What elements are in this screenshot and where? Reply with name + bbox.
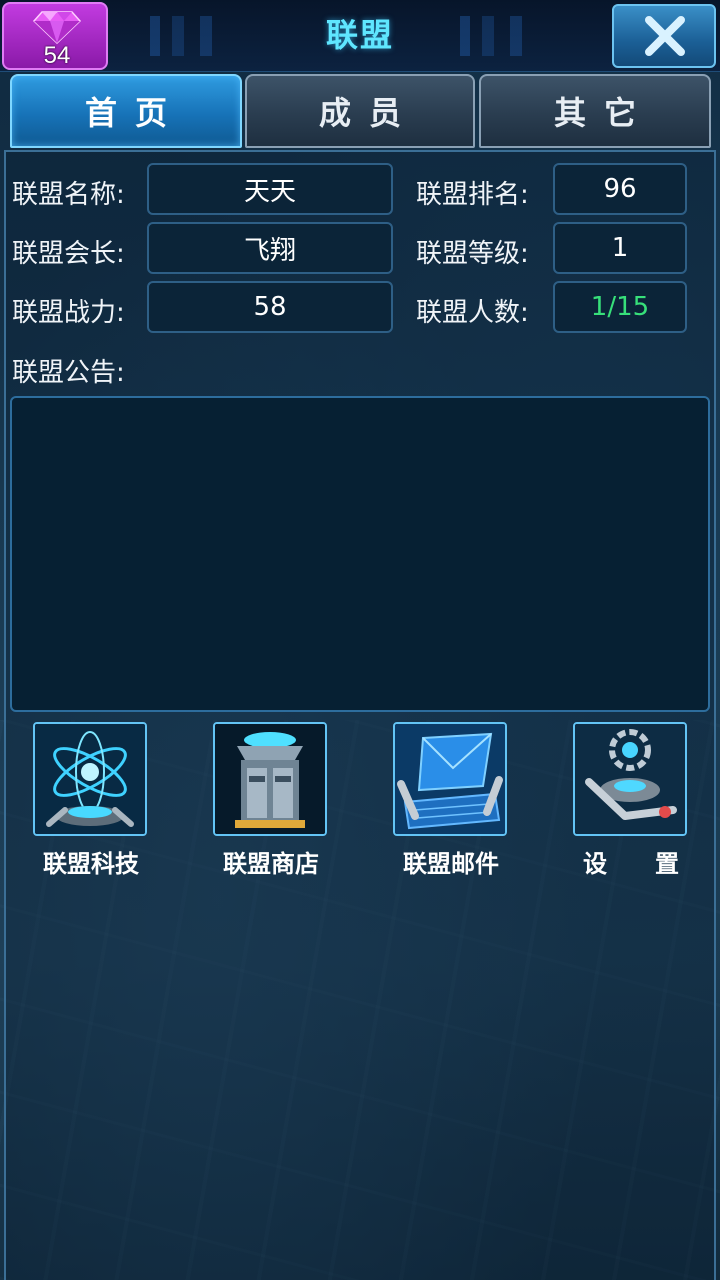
shop-building-icon bbox=[213, 722, 327, 836]
tab-other[interactable]: 其它 bbox=[479, 74, 711, 148]
mail-laptop-icon bbox=[393, 722, 507, 836]
alliance-members-label: 联盟人数: bbox=[416, 298, 529, 328]
alliance-mail-button[interactable]: 联盟邮件 bbox=[393, 722, 509, 882]
alliance-notice-label: 联盟公告: bbox=[12, 358, 125, 388]
alliance-leader-value: 飞翔 bbox=[147, 222, 393, 274]
alliance-rank-label: 联盟排名: bbox=[416, 180, 529, 210]
gem-counter[interactable]: 54 bbox=[2, 2, 108, 70]
alliance-shop-button[interactable]: 联盟商店 bbox=[213, 722, 329, 882]
alliance-name-label: 联盟名称: bbox=[12, 180, 125, 210]
gem-count: 54 bbox=[43, 42, 71, 69]
alliance-shop-label: 联盟商店 bbox=[223, 850, 319, 878]
close-button[interactable] bbox=[612, 4, 716, 68]
tab-members[interactable]: 成员 bbox=[245, 74, 475, 148]
alliance-leader-label: 联盟会长: bbox=[12, 239, 125, 269]
gem-icon bbox=[32, 11, 82, 44]
alliance-name-value: 天天 bbox=[147, 163, 393, 215]
alliance-level-value: 1 bbox=[553, 222, 687, 274]
settings-button[interactable]: 设 置 bbox=[573, 722, 689, 882]
tab-home[interactable]: 首页 bbox=[10, 74, 242, 148]
alliance-rank-value: 96 bbox=[553, 163, 687, 215]
alliance-members-value: 1/15 bbox=[553, 281, 687, 333]
settings-label: 设 置 bbox=[583, 850, 679, 878]
alliance-notice-box[interactable] bbox=[10, 396, 710, 712]
close-icon bbox=[645, 16, 685, 56]
settings-gear-icon bbox=[573, 722, 687, 836]
alliance-tech-label: 联盟科技 bbox=[43, 850, 139, 878]
alliance-level-label: 联盟等级: bbox=[416, 239, 529, 269]
alliance-power-value: 58 bbox=[147, 281, 393, 333]
tech-atom-icon bbox=[33, 722, 147, 836]
alliance-mail-label: 联盟邮件 bbox=[403, 850, 499, 878]
alliance-power-label: 联盟战力: bbox=[12, 298, 125, 328]
page-title: 联盟 bbox=[325, 16, 394, 54]
alliance-tech-button[interactable]: 联盟科技 bbox=[33, 722, 149, 882]
